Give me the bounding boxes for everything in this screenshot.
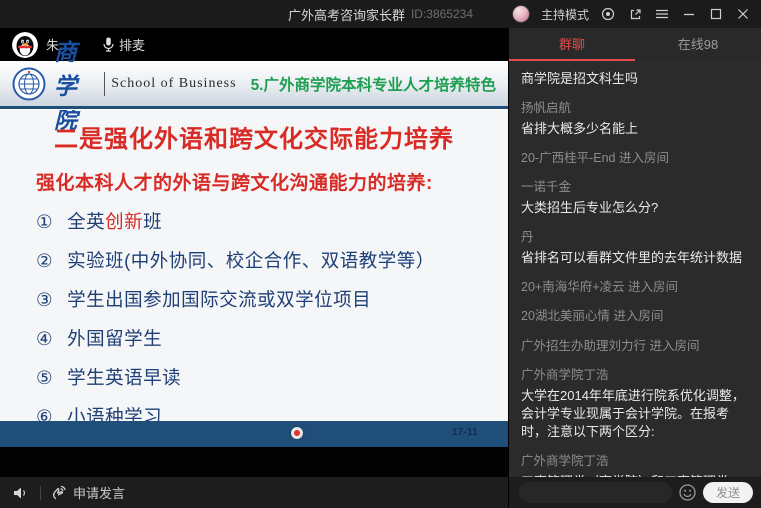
request-speak-button[interactable]: 申请发言: [51, 483, 125, 502]
chat-message: 一诺千金 大类招生后专业怎么分?: [521, 179, 749, 217]
queue-mic-label: 排麦: [119, 35, 145, 54]
chat-username: 广外商学院丁浩: [521, 367, 749, 385]
speaker-volume-icon[interactable]: [12, 485, 30, 501]
chat-username: 一诺千金: [521, 179, 749, 197]
slide-body: 二是强化外语和跨文化交际能力培养 强化本科人才的外语与跨文化沟通能力的培养: ①…: [0, 109, 508, 421]
chat-username: 丹: [521, 229, 749, 247]
chat-message-text: 省排大概多少名能上: [521, 120, 749, 138]
tab-group-chat[interactable]: 群聊: [509, 28, 635, 61]
slide-list-item: ①全英创新班: [36, 208, 488, 234]
slide-header: 商学院 School of Business 5.广外商学院本科专业人才培养特色: [0, 61, 508, 106]
chat-message-text: 省排名可以看群文件里的去年统计数据: [521, 249, 749, 267]
chat-message: 商学院是招文科生吗: [521, 70, 749, 88]
slide-list-item: ⑤学生英语早读: [36, 364, 488, 390]
slide-footer: 17-11: [0, 421, 508, 447]
slide-list-item: ⑥小语种学习: [36, 403, 488, 421]
slide-list-item: ③学生出国参加国际交流或双学位项目: [36, 286, 488, 312]
menu-icon[interactable]: [654, 6, 670, 22]
bottom-toolbar: 申请发言: [0, 477, 508, 508]
toolbar-divider: [40, 486, 41, 500]
chat-message: 广外商学院丁浩 工商管理类（商学院）和工商管理类（会计学院）: [521, 453, 749, 477]
chat-message: 丹 省排名可以看群文件里的去年统计数据: [521, 229, 749, 267]
slide-page-number: 17-11: [452, 426, 478, 438]
host-mode-button[interactable]: 主持模式: [541, 6, 589, 23]
chat-message-text: 大类招生后专业怎么分?: [521, 199, 749, 217]
raise-hand-icon: [51, 485, 67, 500]
slide-list-item: ④外国留学生: [36, 325, 488, 351]
room-id: ID:3865234: [411, 7, 473, 21]
minimize-button[interactable]: [681, 6, 697, 22]
school-logo-en: School of Business: [111, 76, 236, 92]
slide-list: ①全英创新班 ②实验班(中外协同、校企合作、双语教学等） ③学生出国参加国际交流…: [20, 208, 488, 421]
request-speak-label: 申请发言: [73, 483, 125, 502]
chat-username: 扬帆启航: [521, 100, 749, 118]
chat-system-message: 广外招生办助理刘力行 进入房间: [521, 338, 749, 356]
slide-title: 二是强化外语和跨文化交际能力培养: [20, 119, 488, 154]
chat-username: 广外商学院丁浩: [521, 453, 749, 471]
chat-input-bar: 发送: [509, 477, 761, 508]
popout-icon[interactable]: [627, 6, 643, 22]
chat-panel: 群聊 在线98 商学院是招文科生吗 扬帆启航 省排大概多少名能上 20-广西桂平…: [508, 28, 761, 508]
record-icon[interactable]: [600, 6, 616, 22]
emoji-icon[interactable]: [679, 484, 696, 501]
chat-system-message: 20-广西桂平-End 进入房间: [521, 150, 749, 168]
close-button[interactable]: [735, 6, 751, 22]
logo-separator: [104, 72, 105, 96]
send-button[interactable]: 发送: [703, 482, 753, 503]
queue-mic-button[interactable]: 排麦: [103, 35, 145, 54]
tab-online-members[interactable]: 在线98: [635, 28, 761, 61]
chat-message-text: 大学在2014年年底进行院系优化调整，会计学专业现属于会计学院。在报考时，注意以…: [521, 387, 749, 442]
slide-section-title: 5.广外商学院本科专业人才培养特色: [251, 73, 496, 95]
maximize-button[interactable]: [708, 6, 724, 22]
chat-message: 扬帆启航 省排大概多少名能上: [521, 100, 749, 138]
chat-message-list[interactable]: 商学院是招文科生吗 扬帆启航 省排大概多少名能上 20-广西桂平-End 进入房…: [509, 61, 761, 477]
mic-icon: [103, 37, 114, 52]
slide-subtitle: 强化本科人才的外语与跨文化沟通能力的培养:: [20, 168, 488, 195]
chat-system-message: 20+南海华府+凌云 进入房间: [521, 279, 749, 297]
chat-message: 广外商学院丁浩 大学在2014年年底进行院系优化调整，会计学专业现属于会计学院。…: [521, 367, 749, 441]
app-window: 广外高考咨询家长群 ID:3865234 主持模式: [0, 0, 761, 508]
host-avatar: [512, 5, 530, 23]
chat-input[interactable]: [519, 482, 672, 503]
chat-message-text: 商学院是招文科生吗: [521, 70, 749, 88]
window-title: 广外高考咨询家长群: [288, 5, 405, 24]
stage-column: 朱 排麦 商学院 School of Business 5.广外商学院本科专业人…: [0, 28, 508, 508]
titlebar-title-group: 广外高考咨询家长群 ID:3865234: [288, 0, 473, 28]
stage-letterbox: [0, 447, 508, 477]
laser-pointer-dot: [291, 427, 303, 439]
chat-system-message: 20湖北美丽心情 进入房间: [521, 308, 749, 326]
chat-tab-bar: 群聊 在线98: [509, 28, 761, 61]
presentation-slide: 商学院 School of Business 5.广外商学院本科专业人才培养特色…: [0, 61, 508, 447]
titlebar: 广外高考咨询家长群 ID:3865234 主持模式: [0, 0, 761, 28]
slide-list-item: ②实验班(中外协同、校企合作、双语教学等）: [36, 247, 488, 273]
school-logo-icon: [12, 67, 46, 101]
speaker-avatar: [12, 32, 38, 58]
